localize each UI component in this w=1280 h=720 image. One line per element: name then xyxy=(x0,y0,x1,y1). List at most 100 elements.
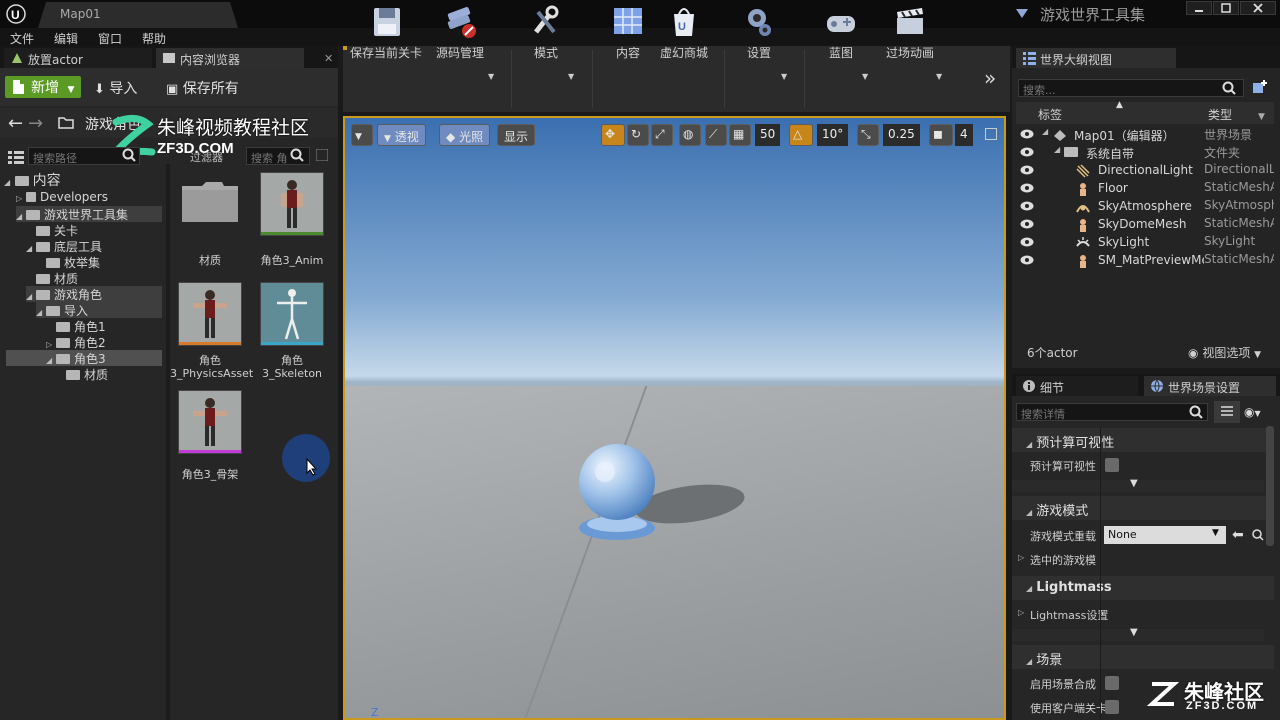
tree-item-world-toolkit[interactable]: ◢ 游戏世界工具集 xyxy=(16,206,162,222)
scale-snap-value[interactable]: 0.25 xyxy=(883,124,920,146)
search-icon[interactable] xyxy=(1222,81,1236,95)
use-client-side-checkbox[interactable] xyxy=(1105,700,1119,714)
browse-search-icon[interactable] xyxy=(1252,529,1264,541)
content-button[interactable]: 内容 xyxy=(604,4,652,61)
tree-item-character3-materials[interactable]: 材质 xyxy=(66,366,162,382)
advanced-expander[interactable]: ▼ xyxy=(1012,478,1264,492)
scale-mode-button[interactable]: ⤢ xyxy=(651,124,673,146)
tree-item-character2[interactable]: ▷ 角色2 xyxy=(46,334,162,350)
asset-folder-materials[interactable]: 材质 xyxy=(178,172,242,268)
search-icon[interactable] xyxy=(1189,405,1203,419)
close-button[interactable] xyxy=(1240,1,1276,15)
visibility-eye-icon[interactable] xyxy=(1020,201,1034,211)
enable-world-composition-checkbox[interactable] xyxy=(1105,676,1119,690)
visibility-eye-icon[interactable] xyxy=(1020,255,1034,265)
blueprints-button[interactable]: 蓝图 xyxy=(818,4,864,61)
menu-help[interactable]: 帮助 xyxy=(142,30,166,47)
rotation-snap-toggle[interactable]: △ xyxy=(789,124,813,146)
asset-skeleton[interactable]: 角色3_Skeleton xyxy=(260,282,324,380)
level-viewport[interactable]: ▼ ▼ 透视 ◆ 光照 显示 ✥ ↻ ⤢ ◍ ⟋ ▦ 50 △ 10° ⤡ 0.… xyxy=(343,116,1006,720)
outliner-row[interactable]: ◢ Map01（编辑器） 世界场景 xyxy=(1012,126,1274,144)
use-selected-arrow-icon[interactable]: ⬅ xyxy=(1232,527,1244,543)
add-new-button[interactable]: 新增 ▼ xyxy=(5,76,81,98)
expand-arrow-icon[interactable]: ◢ xyxy=(1042,127,1048,136)
tree-item-character3[interactable]: ◢ 角色3 xyxy=(6,350,162,366)
menu-edit[interactable]: 编辑 xyxy=(54,30,78,47)
close-tab-icon[interactable]: ✕ xyxy=(324,52,333,65)
category-world[interactable]: ◢ 场景 xyxy=(1012,645,1274,669)
tree-item-game-characters[interactable]: ◢ 游戏角色 xyxy=(26,286,162,302)
cinematics-button[interactable]: 过场动画 xyxy=(882,4,938,61)
precomputed-visibility-checkbox[interactable] xyxy=(1105,458,1119,472)
visibility-eye-icon[interactable] xyxy=(1020,237,1034,247)
import-button[interactable]: ⬇ 导入 xyxy=(94,78,137,98)
forward-arrow-icon[interactable]: → xyxy=(28,113,43,134)
save-search-icon[interactable] xyxy=(316,149,328,161)
save-current-level-button[interactable]: 保存当前关卡 xyxy=(346,4,426,61)
grid-snap-toggle[interactable]: ▦ xyxy=(729,124,751,146)
outliner-row[interactable]: SkyDomeMesh StaticMeshA xyxy=(1012,216,1274,234)
scale-snap-toggle[interactable]: ⤡ xyxy=(857,124,879,146)
outliner-row[interactable]: ◢ 系统自带 文件夹 xyxy=(1012,144,1274,162)
visibility-eye-icon[interactable] xyxy=(1020,165,1034,175)
camera-speed-value[interactable]: 4 xyxy=(955,124,973,146)
outliner-row[interactable]: SkyAtmosphere SkyAtmosph xyxy=(1012,198,1274,216)
folder-icon[interactable] xyxy=(58,115,74,129)
category-lightmass[interactable]: ◢ Lightmass xyxy=(1012,576,1274,600)
show-button[interactable]: 显示 xyxy=(497,124,536,146)
outliner-row[interactable]: SkyLight SkyLight xyxy=(1012,234,1274,252)
tree-item-materials[interactable]: 材质 xyxy=(36,270,162,286)
visibility-eye-icon[interactable] xyxy=(1020,147,1034,157)
feedback-flag-icon[interactable] xyxy=(1014,7,1030,21)
rotate-mode-button[interactable]: ↻ xyxy=(627,124,649,146)
outliner-row[interactable]: DirectionalLight DirectionalLi xyxy=(1012,162,1274,180)
surface-snap-button[interactable]: ⟋ xyxy=(705,124,727,146)
tab-content-browser[interactable]: 内容浏览器 xyxy=(156,48,304,68)
toolbar-overflow-icon[interactable]: » xyxy=(984,66,996,90)
column-label[interactable]: 标签 xyxy=(1038,106,1062,123)
tab-details[interactable]: 细节 xyxy=(1016,376,1138,396)
property-selected-game-mode[interactable]: ▷ 选中的游戏模 xyxy=(1012,548,1274,570)
modes-button[interactable]: 模式 xyxy=(520,4,572,61)
visibility-eye-icon[interactable] xyxy=(1020,129,1034,139)
marketplace-button[interactable]: U 虚幻商城 xyxy=(656,4,712,61)
tree-item-import[interactable]: ◢ 导入 xyxy=(36,302,162,318)
search-icon[interactable] xyxy=(122,148,136,162)
add-actor-icon[interactable] xyxy=(1252,79,1268,95)
outliner-row[interactable]: SM_MatPreviewMesh StaticMeshA xyxy=(1012,252,1274,270)
tree-item-developers[interactable]: ▷ Developers xyxy=(16,190,162,206)
translate-mode-button[interactable]: ✥ xyxy=(601,124,625,146)
menu-window[interactable]: 窗口 xyxy=(98,30,122,47)
column-divider[interactable] xyxy=(1100,428,1101,720)
asset-physics[interactable]: 角色3_PhysicsAsset xyxy=(170,282,253,380)
tree-item-base-tools[interactable]: ◢ 底层工具 xyxy=(26,238,162,254)
tab-place-actor[interactable]: 放置actor xyxy=(4,48,152,68)
advanced-expander[interactable]: ▼ xyxy=(1012,627,1264,641)
perspective-button[interactable]: ▼ 透视 xyxy=(377,124,426,146)
source-control-button[interactable]: 源码管理 xyxy=(432,4,488,61)
camera-speed-button[interactable]: ◼ xyxy=(929,124,953,146)
save-all-button[interactable]: ▣ 保存所有 xyxy=(166,78,239,98)
column-type[interactable]: 类型 xyxy=(1208,106,1232,123)
viewport-options-button[interactable]: ▼ xyxy=(351,124,373,146)
sources-toggle-icon[interactable] xyxy=(8,150,24,164)
asset-anim[interactable]: 角色3_Anim xyxy=(260,172,324,268)
outliner-row[interactable]: Floor StaticMeshA xyxy=(1012,180,1274,198)
splitter[interactable] xyxy=(166,164,170,720)
menu-file[interactable]: 文件 xyxy=(10,30,34,47)
tree-item-levels[interactable]: 关卡 xyxy=(36,222,162,238)
chevron-down-icon[interactable]: ▼ xyxy=(936,72,942,81)
maximize-viewport-icon[interactable] xyxy=(985,128,997,140)
asset-skeletal-mesh[interactable]: 角色3_骨架 xyxy=(178,390,242,482)
search-assets-icon[interactable] xyxy=(290,148,304,162)
property-matrix-button[interactable] xyxy=(1214,401,1240,423)
tree-item-enums[interactable]: 枚举集 xyxy=(46,254,162,270)
visibility-eye-icon[interactable] xyxy=(1020,219,1034,229)
tab-world-settings[interactable]: 世界场景设置 xyxy=(1144,376,1276,396)
material-preview-mesh[interactable] xyxy=(575,438,657,546)
settings-button[interactable]: 设置 xyxy=(736,4,782,61)
category-game-mode[interactable]: ◢ 游戏模式 xyxy=(1012,496,1274,520)
category-precomputed-visibility[interactable]: ◢ 预计算可视性 xyxy=(1012,428,1274,452)
outliner-search-input[interactable]: 搜索... xyxy=(1018,79,1244,97)
chevron-down-icon[interactable]: ▼ xyxy=(568,72,574,81)
